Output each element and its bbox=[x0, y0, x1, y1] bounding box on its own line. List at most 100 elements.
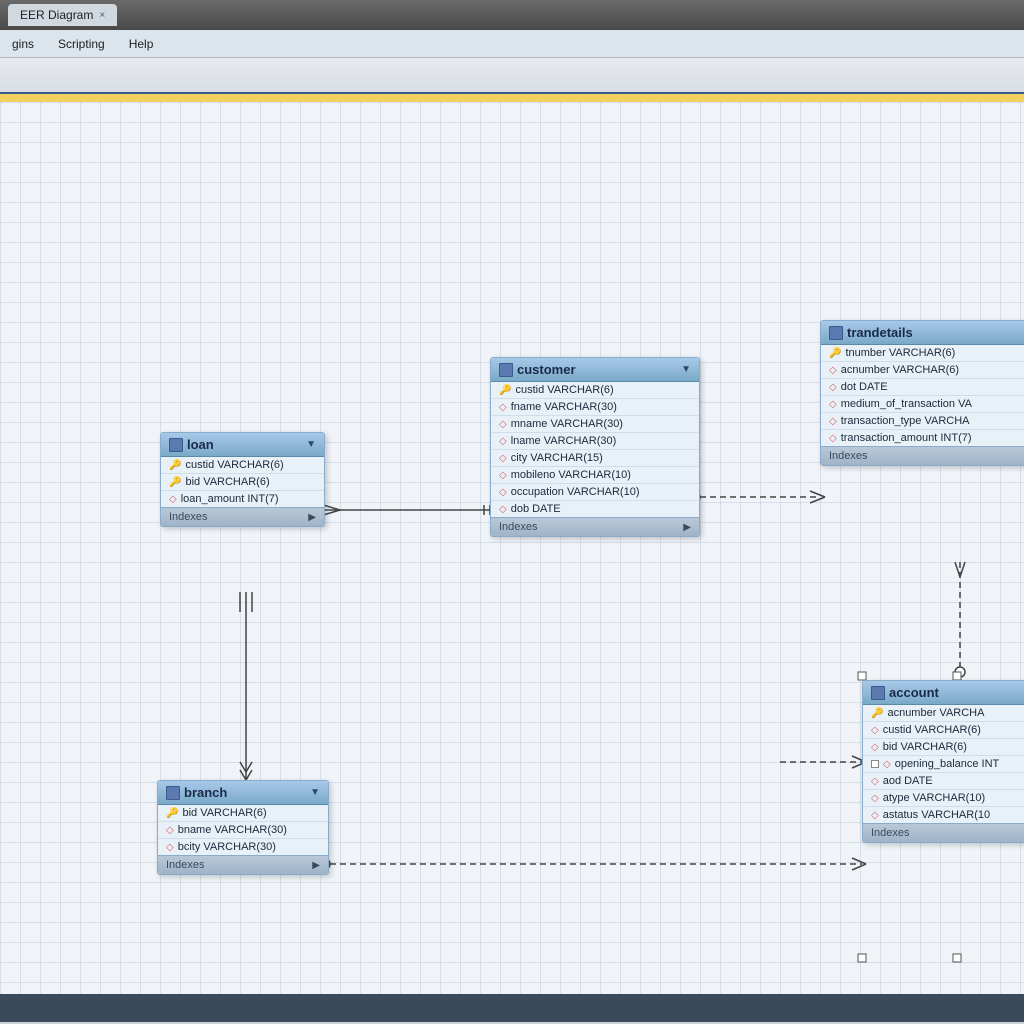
menu-help[interactable]: Help bbox=[125, 35, 158, 53]
diamond-icon: ◇ bbox=[499, 402, 507, 413]
toolbar bbox=[0, 58, 1024, 94]
col-value: bid VARCHAR(6) bbox=[182, 807, 266, 819]
col-value: lname VARCHAR(30) bbox=[511, 435, 617, 447]
table-branch-header: branch ▼ bbox=[158, 781, 328, 805]
table-row: 🔑 bid VARCHAR(6) bbox=[161, 474, 324, 491]
col-value: opening_balance INT bbox=[895, 758, 1000, 770]
menu-bar: gins Scripting Help bbox=[0, 30, 1024, 58]
col-value: fname VARCHAR(30) bbox=[511, 401, 617, 413]
branch-indexes-bar[interactable]: Indexes ▶ bbox=[158, 855, 328, 874]
eer-tab[interactable]: EER Diagram × bbox=[8, 4, 117, 26]
key-icon: 🔑 bbox=[871, 708, 883, 719]
col-value: mname VARCHAR(30) bbox=[511, 418, 623, 430]
tab-close-button[interactable]: × bbox=[99, 10, 105, 21]
col-value: medium_of_transaction VA bbox=[841, 398, 972, 410]
bottom-bar bbox=[0, 994, 1024, 1022]
indexes-expand-icon[interactable]: ▶ bbox=[683, 522, 691, 533]
col-value: dot DATE bbox=[841, 381, 888, 393]
key-icon: 🔑 bbox=[169, 477, 181, 488]
key-icon: 🔑 bbox=[169, 460, 181, 471]
key-icon: 🔑 bbox=[166, 808, 178, 819]
table-row: ◇ occupation VARCHAR(10) bbox=[491, 484, 699, 501]
loan-arrow[interactable]: ▼ bbox=[306, 439, 316, 450]
indexes-label: Indexes bbox=[871, 827, 910, 839]
diamond-icon: ◇ bbox=[829, 416, 837, 427]
table-row: ◇ fname VARCHAR(30) bbox=[491, 399, 699, 416]
diamond-icon: ◇ bbox=[871, 776, 879, 787]
table-trandetails-header: trandetails bbox=[821, 321, 1024, 345]
customer-indexes-bar[interactable]: Indexes ▶ bbox=[491, 517, 699, 536]
table-row: 🔑 custid VARCHAR(6) bbox=[491, 382, 699, 399]
menu-scripting[interactable]: Scripting bbox=[54, 35, 109, 53]
eer-canvas[interactable]: loan ▼ 🔑 custid VARCHAR(6) 🔑 bid VARCHAR… bbox=[0, 102, 1024, 994]
key-icon: 🔑 bbox=[499, 385, 511, 396]
table-loan-body: 🔑 custid VARCHAR(6) 🔑 bid VARCHAR(6) ◇ l… bbox=[161, 457, 324, 507]
col-value: custid VARCHAR(6) bbox=[883, 724, 981, 736]
indexes-label: Indexes bbox=[166, 859, 205, 871]
table-customer-body: 🔑 custid VARCHAR(6) ◇ fname VARCHAR(30) … bbox=[491, 382, 699, 517]
table-account-body: 🔑 acnumber VARCHA ◇ custid VARCHAR(6) ◇ … bbox=[863, 705, 1024, 823]
table-account[interactable]: account 🔑 acnumber VARCHA ◇ custid VARCH… bbox=[862, 680, 1024, 843]
table-row: ◇ acnumber VARCHAR(6) bbox=[821, 362, 1024, 379]
diamond-icon: ◇ bbox=[169, 494, 177, 505]
table-trandetails[interactable]: trandetails 🔑 tnumber VARCHAR(6) ◇ acnum… bbox=[820, 320, 1024, 466]
col-value: loan_amount INT(7) bbox=[181, 493, 279, 505]
key-icon: 🔑 bbox=[829, 348, 841, 359]
customer-arrow[interactable]: ▼ bbox=[681, 364, 691, 375]
diamond-icon: ◇ bbox=[166, 842, 174, 853]
table-customer-name: customer bbox=[517, 362, 576, 377]
table-row: ◇ lname VARCHAR(30) bbox=[491, 433, 699, 450]
col-value: atype VARCHAR(10) bbox=[883, 792, 986, 804]
table-customer-header: customer ▼ bbox=[491, 358, 699, 382]
table-trandetails-name: trandetails bbox=[847, 325, 913, 340]
table-trandetails-body: 🔑 tnumber VARCHAR(6) ◇ acnumber VARCHAR(… bbox=[821, 345, 1024, 446]
table-row: ◇ bname VARCHAR(30) bbox=[158, 822, 328, 839]
diamond-icon: ◇ bbox=[499, 453, 507, 464]
account-indexes-bar[interactable]: Indexes bbox=[863, 823, 1024, 842]
diamond-icon: ◇ bbox=[829, 399, 837, 410]
col-value: bid VARCHAR(6) bbox=[185, 476, 269, 488]
diamond-icon: ◇ bbox=[871, 742, 879, 753]
col-value: acnumber VARCHAR(6) bbox=[841, 364, 959, 376]
table-row: 🔑 acnumber VARCHA bbox=[863, 705, 1024, 722]
table-row: 🔑 tnumber VARCHAR(6) bbox=[821, 345, 1024, 362]
tab-label: EER Diagram bbox=[20, 8, 93, 22]
table-row: ◇ astatus VARCHAR(10 bbox=[863, 807, 1024, 823]
title-bar: EER Diagram × bbox=[0, 0, 1024, 30]
col-value: dob DATE bbox=[511, 503, 561, 515]
table-account-header: account bbox=[863, 681, 1024, 705]
col-value: bcity VARCHAR(30) bbox=[178, 841, 276, 853]
table-row: ◇ transaction_type VARCHA bbox=[821, 413, 1024, 430]
trandetails-indexes-bar[interactable]: Indexes bbox=[821, 446, 1024, 465]
table-loan-name: loan bbox=[187, 437, 214, 452]
table-loan[interactable]: loan ▼ 🔑 custid VARCHAR(6) 🔑 bid VARCHAR… bbox=[160, 432, 325, 527]
diamond-icon: ◇ bbox=[829, 382, 837, 393]
col-value: aod DATE bbox=[883, 775, 933, 787]
table-row: 🔑 custid VARCHAR(6) bbox=[161, 457, 324, 474]
diamond-icon: ◇ bbox=[499, 487, 507, 498]
diamond-icon: ◇ bbox=[829, 365, 837, 376]
table-loan-header: loan ▼ bbox=[161, 433, 324, 457]
menu-plugins[interactable]: gins bbox=[8, 35, 38, 53]
diamond-icon: ◇ bbox=[871, 810, 879, 821]
table-customer[interactable]: customer ▼ 🔑 custid VARCHAR(6) ◇ fname V… bbox=[490, 357, 700, 537]
table-row: ◇ dot DATE bbox=[821, 379, 1024, 396]
table-account-name: account bbox=[889, 685, 939, 700]
indexes-expand-icon[interactable]: ▶ bbox=[312, 860, 320, 871]
diamond-icon: ◇ bbox=[829, 433, 837, 444]
col-value: bname VARCHAR(30) bbox=[178, 824, 287, 836]
col-value: transaction_type VARCHA bbox=[841, 415, 970, 427]
table-icon bbox=[166, 786, 180, 800]
col-value: bid VARCHAR(6) bbox=[883, 741, 967, 753]
col-value: custid VARCHAR(6) bbox=[515, 384, 613, 396]
diamond-icon: ◇ bbox=[166, 825, 174, 836]
table-row: ◇ mobileno VARCHAR(10) bbox=[491, 467, 699, 484]
table-icon bbox=[499, 363, 513, 377]
table-row: ◇ atype VARCHAR(10) bbox=[863, 790, 1024, 807]
loan-indexes-bar[interactable]: Indexes ▶ bbox=[161, 507, 324, 526]
indexes-expand-icon[interactable]: ▶ bbox=[308, 512, 316, 523]
branch-arrow[interactable]: ▼ bbox=[310, 787, 320, 798]
table-branch[interactable]: branch ▼ 🔑 bid VARCHAR(6) ◇ bname VARCHA… bbox=[157, 780, 329, 875]
diamond-icon: ◇ bbox=[499, 504, 507, 515]
table-branch-name: branch bbox=[184, 785, 227, 800]
